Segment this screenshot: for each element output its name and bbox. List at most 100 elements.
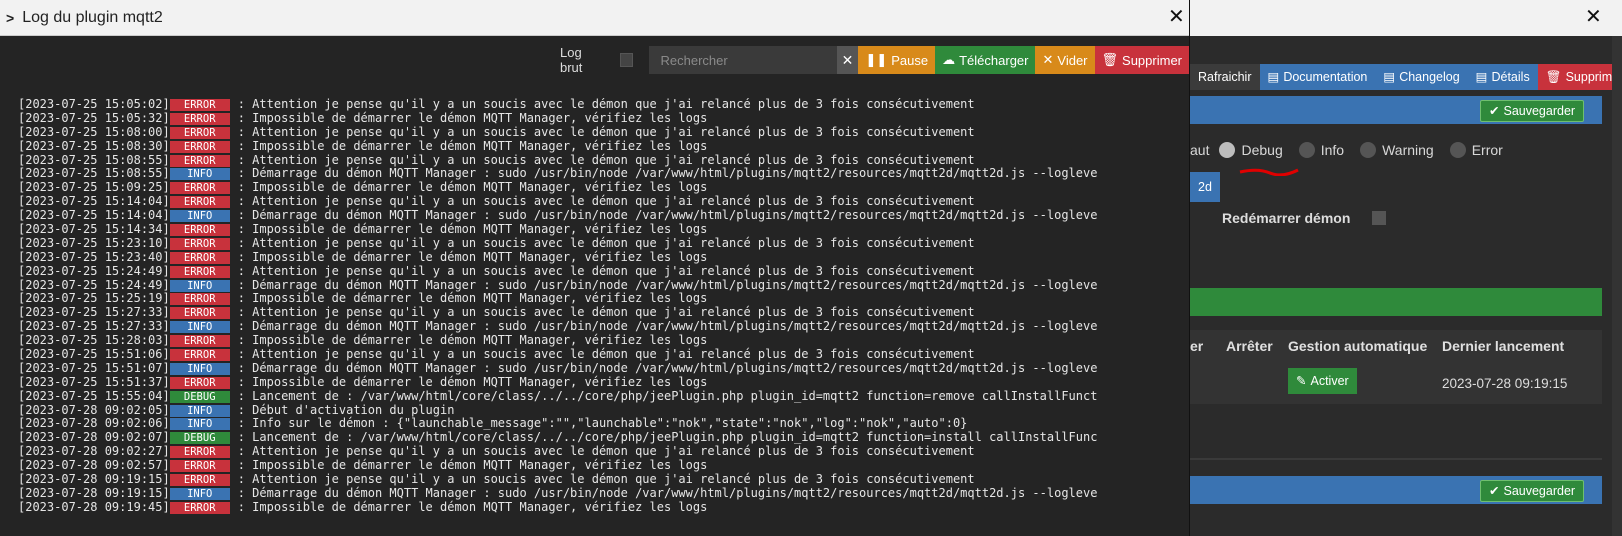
log-message: : Démarrage du démon MQTT Manager : sudo… — [237, 485, 1098, 500]
restart-daemon-checkbox[interactable] — [1372, 211, 1386, 225]
radio-info[interactable] — [1298, 142, 1315, 158]
log-message: : Démarrage du démon MQTT Manager : sudo… — [237, 360, 1098, 375]
check-icon: ✔ — [1489, 484, 1500, 498]
log-timestamp: [2023-07-28 09:19:15] — [18, 485, 170, 500]
log-line: [2023-07-25 15:08:55] ERROR: Attention je… — [18, 153, 1180, 168]
changelog-button[interactable]: ▤ Changelog — [1375, 64, 1468, 90]
log-line: [2023-07-25 15:08:30] ERROR : Impossible d… — [18, 138, 1180, 154]
log-level-badge: ERROR — [169, 182, 230, 195]
log-level-badge: ERROR — [169, 237, 230, 250]
log-message: : Impossible de démarrer le démon MQTT M… — [237, 138, 708, 153]
pause-button[interactable]: ❚❚ Pause — [858, 46, 936, 74]
log-timestamp: [2023-07-25 15:05:02] — [18, 98, 170, 111]
log-timestamp: [2023-07-25 15:23:40] — [18, 249, 170, 264]
background-titlebar — [1190, 0, 1622, 36]
col-header-partial: er — [1190, 338, 1204, 354]
log-timestamp: [2023-07-25 15:51:37] — [18, 374, 170, 389]
log-content[interactable]: [2023-07-25 15:05:02] ERROR : Attention je… — [18, 98, 1180, 522]
search-input[interactable] — [648, 46, 837, 74]
log-message: : Attention je pense qu'il y a un soucis… — [237, 194, 975, 209]
log-toolbar: Log brut ✕ ❚❚Pause ☁Télécharger ✕Vider 🗑… — [560, 45, 1189, 75]
log-line: [2023-07-25 15:28:03] ERROR: Impossible d… — [18, 333, 1180, 348]
radio-warning[interactable] — [1360, 142, 1377, 158]
delete-log-button[interactable]: 🗑 Supprimer — [1094, 46, 1189, 74]
log-level-badge: ERROR — [169, 140, 230, 153]
log-message: : Attention je pense qu'il y a un soucis… — [237, 263, 975, 278]
log-timestamp: [2023-07-25 15:24:49] — [18, 263, 170, 278]
log-line: [2023-07-28 09:02:27] ERROR: Attention je… — [18, 444, 1180, 459]
log-line: [2023-07-28 09:02:07] DEBUG: Lancement de… — [18, 430, 1180, 445]
log-level-info[interactable]: Info — [1298, 142, 1344, 158]
log-level-badge: INFO — [169, 404, 230, 417]
log-level-badge: INFO — [169, 279, 230, 292]
log-timestamp: [2023-07-28 09:02:07] — [18, 430, 170, 445]
log-message: : Info sur le démon : {"launchable_messa… — [237, 416, 968, 431]
log-line: [2023-07-25 15:51:06] ERROR: Attention je… — [18, 347, 1180, 362]
log-line: [2023-07-25 15:08:55] INFO: Démarrage du … — [18, 167, 1180, 181]
scrollbar[interactable] — [1612, 36, 1622, 536]
log-timestamp: [2023-07-25 15:25:19] — [18, 291, 170, 306]
documentation-button[interactable]: ▤ Documentation — [1259, 64, 1376, 90]
log-level-badge: ERROR — [169, 126, 230, 139]
log-line: [2023-07-25 15:09:25] ERROR: Impossible d… — [18, 180, 1180, 195]
magic-icon: ✎ — [1296, 374, 1307, 388]
log-timestamp: [2023-07-25 15:27:33] — [18, 319, 170, 334]
log-timestamp: [2023-07-25 15:14:04] — [18, 208, 170, 223]
log-message: : Attention je pense qu'il y a un soucis… — [237, 472, 975, 487]
modal-titlebar[interactable]: > Log du plugin mqtt2 — [0, 0, 1189, 36]
col-header-stop: Arrêter — [1226, 338, 1273, 354]
log-line: [2023-07-25 15:14:04] ERROR: Attention je… — [18, 194, 1180, 209]
log-brut-checkbox[interactable] — [619, 53, 633, 67]
save-button-top[interactable]: ✔ Sauvegarder — [1480, 100, 1585, 122]
last-launch-value: 2023-07-28 09:19:15 — [1442, 376, 1568, 391]
log-level-warning[interactable]: Warning — [1360, 142, 1434, 158]
log-message: : Attention je pense qu'il y a un soucis… — [237, 347, 975, 362]
cloud-download-icon: ☁ — [942, 52, 956, 67]
log-message: : Impossible de démarrer le démon MQTT M… — [237, 458, 708, 473]
red-annotation-underline — [1239, 168, 1299, 176]
log-timestamp: [2023-07-28 09:02:06] — [18, 416, 170, 431]
log-timestamp: [2023-07-28 09:02:57] — [18, 458, 170, 473]
chevron-right-icon: > — [6, 9, 15, 26]
log-timestamp: [2023-07-25 15:27:33] — [18, 305, 170, 320]
empty-log-button[interactable]: ✕ Vider — [1035, 46, 1095, 74]
modal-title: Log du plugin mqtt2 — [22, 8, 163, 26]
log-level-default-label: aut — [1190, 142, 1210, 158]
log-timestamp: [2023-07-25 15:08:00] — [18, 124, 170, 139]
log-level-badge: ERROR — [169, 446, 230, 459]
daemon-header-band — [1190, 288, 1602, 316]
log-line: [2023-07-25 15:51:37] ERROR: Impossible d… — [18, 374, 1180, 390]
download-button[interactable]: ☁ Télécharger — [935, 46, 1036, 74]
save-button-bottom[interactable]: ✔ Sauvegarder — [1480, 480, 1585, 502]
log-level-debug[interactable]: Debug — [1219, 142, 1283, 158]
log-line: [2023-07-25 15:14:04] INFO : Démarrage du … — [18, 208, 1180, 223]
radio-error[interactable] — [1449, 142, 1466, 158]
radio-debug[interactable] — [1219, 142, 1236, 158]
background-close-icon[interactable]: ✕ — [1585, 6, 1602, 28]
log-level-badge: ERROR — [169, 376, 230, 389]
activate-button[interactable]: ✎ Activer — [1288, 368, 1357, 394]
log-level-badge: ERROR — [169, 293, 230, 306]
log-message: : Démarrage du démon MQTT Manager : sudo… — [237, 208, 1098, 223]
log-level-badge: INFO — [169, 210, 230, 223]
plugin-delete-button[interactable]: 🗑 Supprimer — [1537, 64, 1622, 90]
log-line: [2023-07-25 15:55:04] DEBUG: Lancement de… — [18, 389, 1180, 404]
log-level-badge: INFO — [169, 487, 230, 500]
log-level-error[interactable]: Error — [1449, 142, 1503, 158]
log-message: : Début d'activation du plugin — [237, 402, 455, 417]
log-timestamp: [2023-07-25 15:08:30] — [18, 138, 170, 153]
refresh-button[interactable]: Rafraichir — [1190, 64, 1260, 90]
details-button[interactable]: ▤ Détails — [1467, 64, 1538, 90]
log-line: [2023-07-28 09:02:06] INFO: Info sur le d… — [18, 417, 1180, 431]
log-timestamp: [2023-07-28 09:02:05] — [18, 402, 170, 417]
modal-close-icon[interactable]: ✕ — [1168, 6, 1185, 28]
book-icon: ▤ — [1383, 70, 1396, 84]
log-line: [2023-07-25 15:05:32] ERROR: Impossible d… — [18, 111, 1180, 126]
clear-search-icon[interactable]: ✕ — [836, 46, 859, 74]
times-icon: ✕ — [1042, 52, 1054, 67]
trash-icon: 🗑 — [1101, 52, 1119, 67]
log-message: : Attention je pense qu'il y a un soucis… — [237, 444, 975, 459]
log-level-badge: ERROR — [169, 196, 230, 209]
log-level-badge: DEBUG — [169, 432, 230, 445]
partial-blue-button[interactable]: 2d — [1190, 172, 1220, 202]
